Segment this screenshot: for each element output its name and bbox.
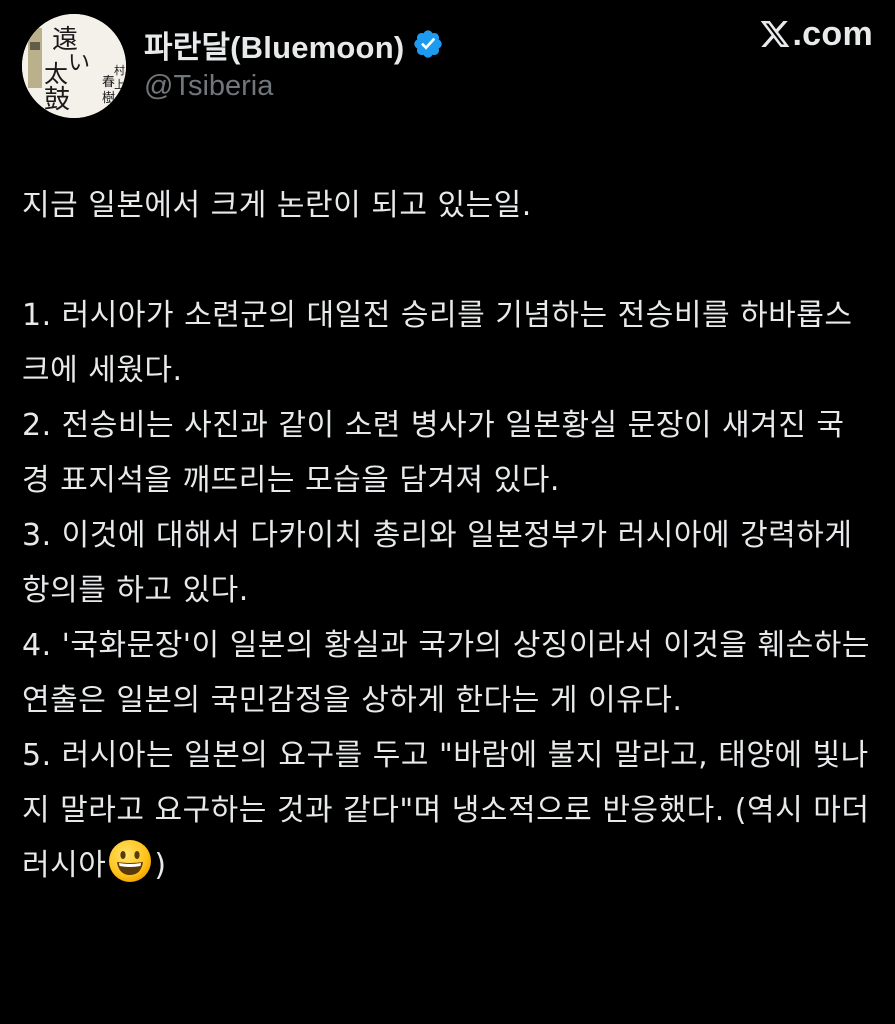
author-handle[interactable]: @Tsiberia <box>144 70 444 103</box>
verified-badge-icon <box>412 28 444 60</box>
tweet-intro: 지금 일본에서 크게 논란이 되고 있는일. <box>22 188 532 223</box>
tweet-item-3: 3. 이것에 대해서 다카이치 총리와 일본정부가 러시아에 강력하게 항의를 … <box>22 518 863 608</box>
tweet-item-5: 5. 러시아는 일본의 요구를 두고 "바람에 불지 말라고, 태양에 빛나지 … <box>22 728 872 893</box>
author-display-name[interactable]: 파란달(Bluemoon) <box>144 22 404 67</box>
brand-watermark: .com <box>759 14 873 54</box>
book-cover-avatar-icon: 遠 い 太 鼓 春 樹 村 上 <box>22 14 126 118</box>
tweet-item-4: 4. '국화문장'이 일본의 황실과 국가의 상징이라서 이것을 훼손하는 연출… <box>22 628 881 718</box>
tweet-item-2: 2. 전승비는 사진과 같이 소련 병사가 일본황실 문장이 새겨진 국경 표지… <box>22 408 845 498</box>
tweet-item-1: 1. 러시아가 소련군의 대일전 승리를 기념하는 전승비를 하바롭스크에 세웠… <box>22 298 853 388</box>
grinning-face-emoji-icon <box>107 838 153 884</box>
svg-text:鼓: 鼓 <box>44 85 70 115</box>
author-name-row: 파란달(Bluemoon) <box>144 22 444 66</box>
svg-text:村: 村 <box>114 63 125 77</box>
tweet-item-5-closing: ) <box>154 848 167 883</box>
svg-text:上: 上 <box>114 78 125 91</box>
avatar[interactable]: 遠 い 太 鼓 春 樹 村 上 <box>22 14 126 118</box>
author-info: 파란달(Bluemoon) @Tsiberia <box>144 22 444 103</box>
svg-text:太: 太 <box>44 60 68 88</box>
x-logo-icon <box>759 18 791 50</box>
svg-text:樹: 樹 <box>102 91 115 106</box>
brand-domain: .com <box>792 14 873 53</box>
tweet-text: 지금 일본에서 크게 논란이 되고 있는일. 1. 러시아가 소련군의 대일전 … <box>22 178 872 893</box>
svg-text:い: い <box>68 51 90 76</box>
tweet-header: 遠 い 太 鼓 春 樹 村 上 파란달(Bluemoon) @Tsiberia <box>22 14 873 118</box>
